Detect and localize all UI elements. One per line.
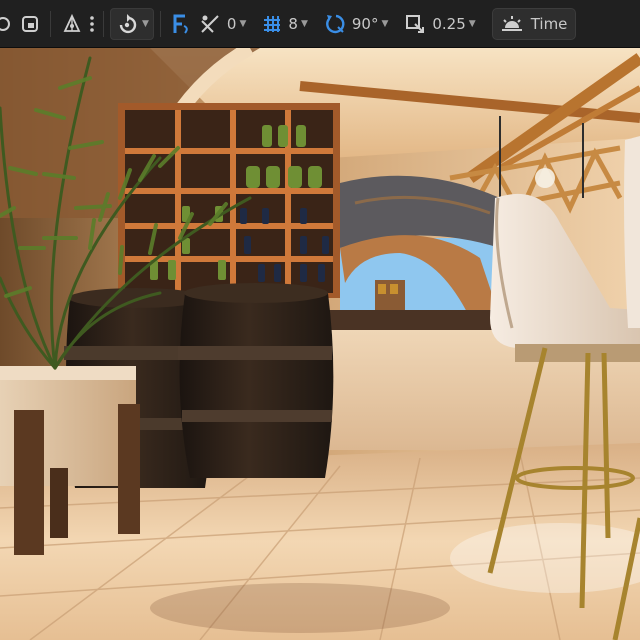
grid-size-dropdown[interactable]: 8 ▼: [258, 8, 311, 40]
chevron-down-icon: ▼: [381, 18, 389, 29]
barrel-right: [178, 283, 334, 478]
scale-snap-value: 0.25: [432, 14, 466, 33]
rotate-mode-icon: [115, 13, 139, 35]
rotate-mode-dropdown[interactable]: ▼: [110, 7, 154, 40]
rotation-snap-value: 90°: [351, 14, 379, 33]
more-options-button[interactable]: [87, 8, 97, 40]
pivot-icon: [61, 13, 83, 35]
time-of-day-button[interactable]: Time: [491, 7, 577, 40]
time-of-day-icon: [501, 14, 523, 34]
wine-shelf: [118, 103, 340, 298]
focus-button[interactable]: [167, 8, 195, 40]
grid-size-value: 8: [288, 14, 298, 33]
viewport-toolbar: ▼ 0 ▼ 8 ▼ 90° ▼ 0.25 ▼ Time: [0, 0, 640, 48]
toolbar-separator: [103, 10, 104, 37]
chevron-down-icon: ▼: [468, 18, 476, 29]
scale-snap-icon: [404, 13, 426, 35]
chevron-down-icon: ▼: [142, 18, 149, 29]
rotation-snap-dropdown[interactable]: 90° ▼: [320, 8, 393, 40]
grid-snap-dropdown[interactable]: 0 ▼: [195, 8, 250, 40]
pivot-button[interactable]: [57, 8, 87, 40]
chevron-down-icon: ▼: [239, 18, 247, 29]
snap-icon: [20, 14, 40, 34]
scale-snap-dropdown[interactable]: 0.25 ▼: [400, 8, 479, 40]
transform-icon: [0, 15, 12, 33]
scene-render: [0, 48, 640, 640]
chevron-down-icon: ▼: [300, 18, 308, 29]
grid-icon: [262, 14, 282, 34]
rotate-snap-icon: [324, 13, 346, 35]
transform-mode-button[interactable]: [0, 8, 16, 40]
viewport-scene[interactable]: [0, 48, 640, 640]
toolbar-separator: [50, 10, 51, 37]
more-vert-icon: [89, 14, 95, 34]
toolbar-separator: [159, 10, 161, 37]
snap-toggle-button[interactable]: [16, 8, 44, 40]
time-label: Time: [530, 14, 568, 33]
grid-snap-value: 0: [226, 14, 237, 33]
focus-icon: [171, 13, 191, 35]
angle-snap-icon: [199, 13, 221, 35]
